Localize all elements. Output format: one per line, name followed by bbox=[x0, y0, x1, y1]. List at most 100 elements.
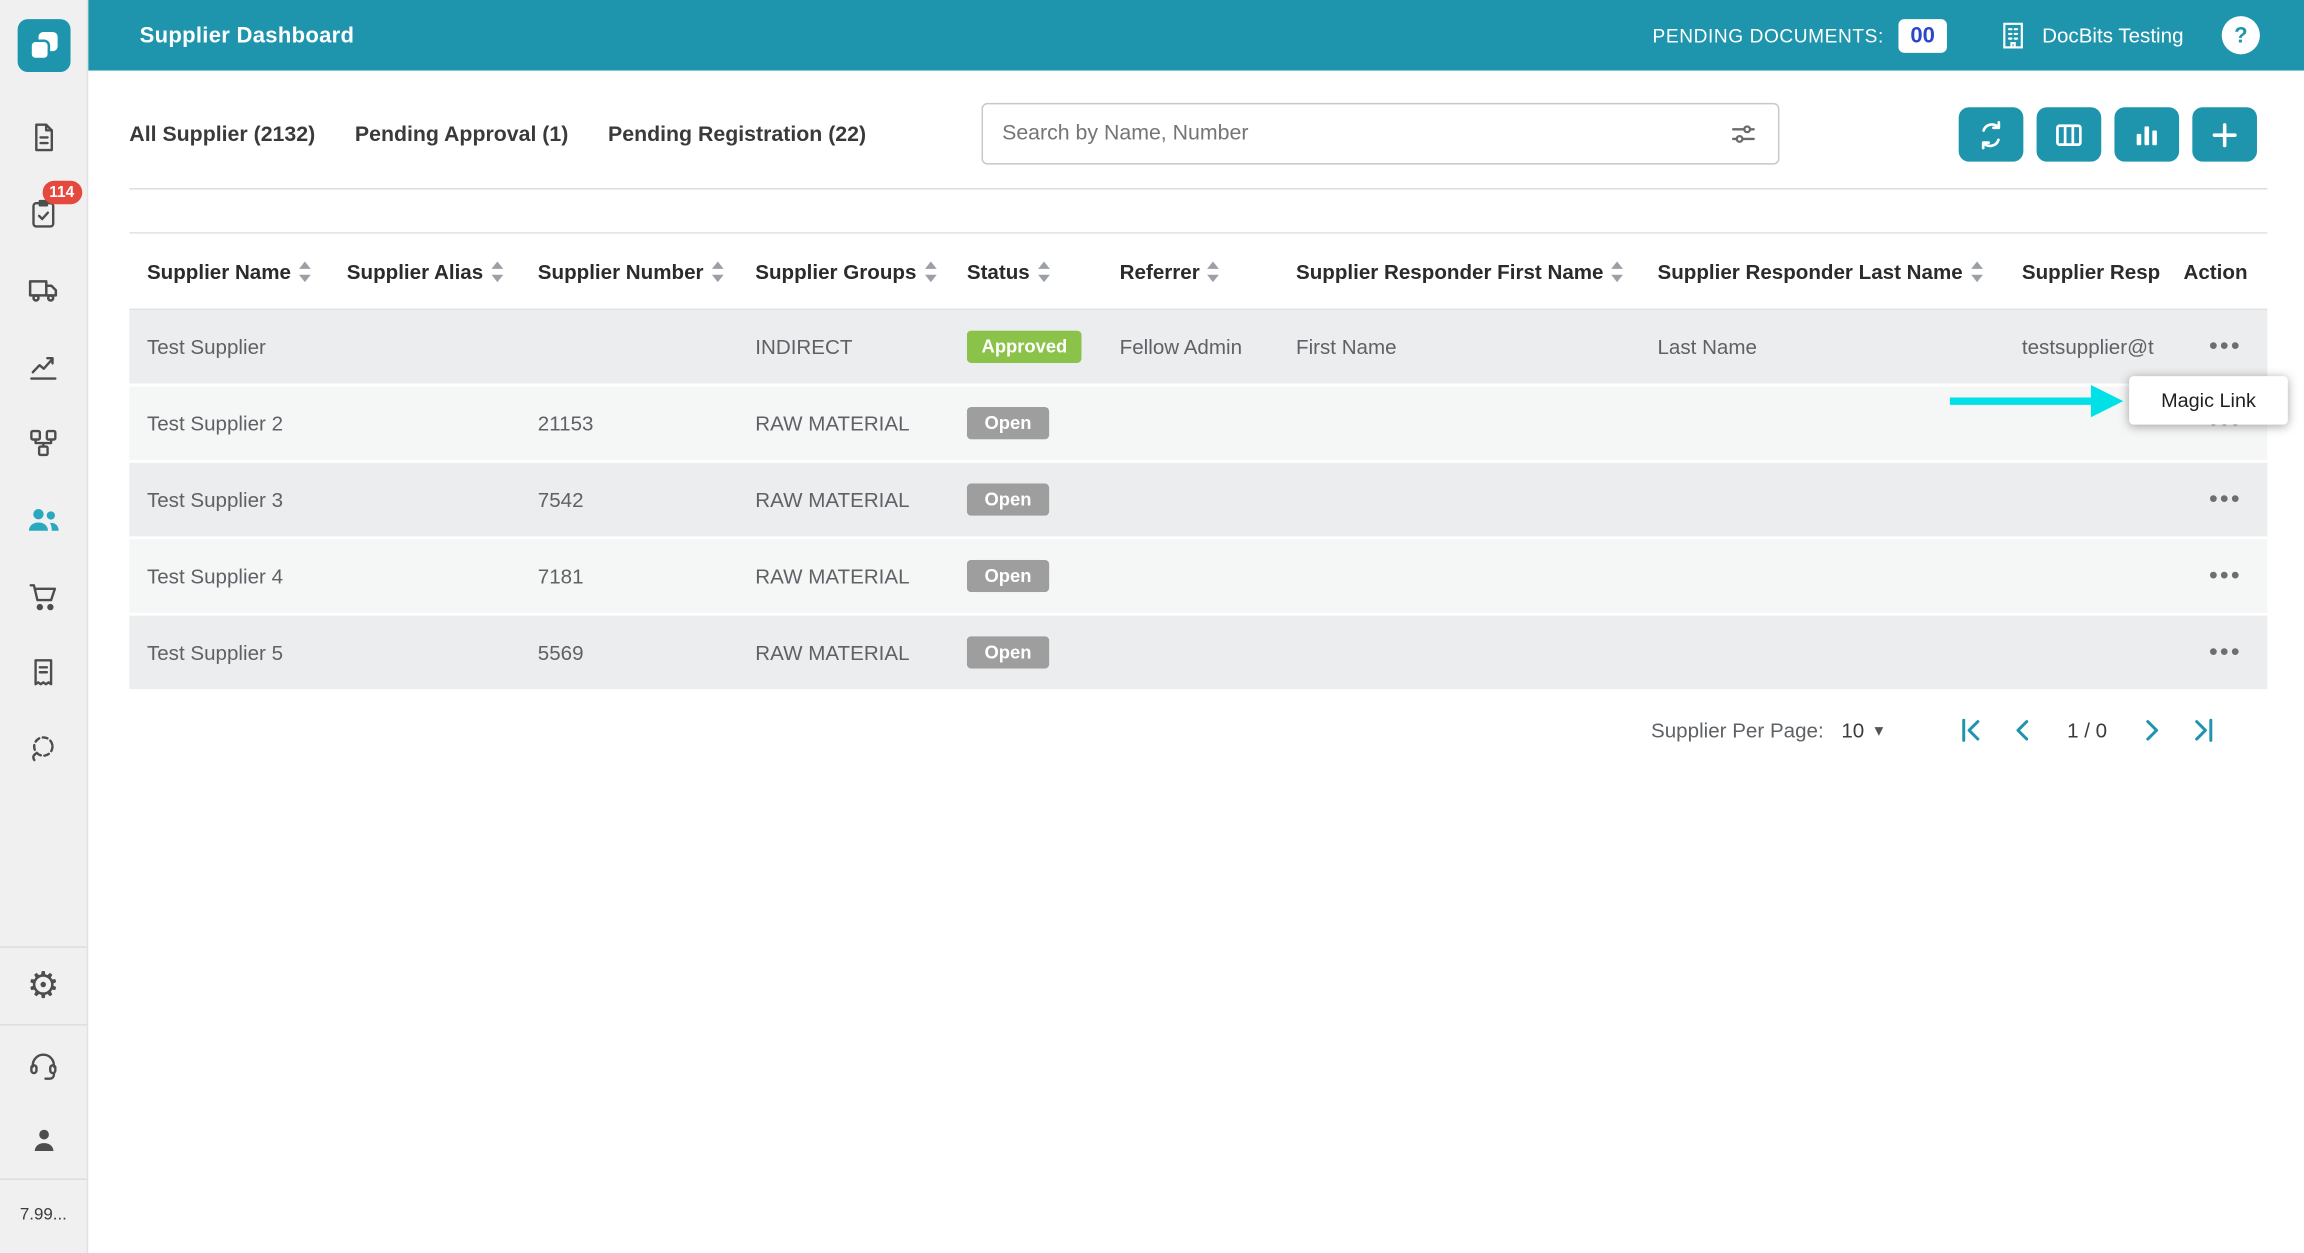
cell-status: Approved bbox=[967, 331, 1120, 363]
per-page-select[interactable]: 10 ▾ bbox=[1841, 719, 1883, 743]
table-row: Test Supplier 5 5569 RAW MATERIAL Open •… bbox=[129, 616, 2267, 692]
status-badge: Open bbox=[967, 560, 1049, 592]
cell-responder-last-name: Last Name bbox=[1657, 335, 2021, 359]
previous-page-button[interactable] bbox=[2001, 708, 2045, 752]
organization-menu[interactable]: DocBits Testing bbox=[1997, 19, 2184, 51]
help-icon: ? bbox=[2234, 23, 2247, 48]
cell-action: ••• bbox=[2184, 638, 2268, 667]
row-actions-button[interactable]: ••• bbox=[2209, 561, 2242, 589]
add-supplier-button[interactable] bbox=[2192, 107, 2257, 161]
sidebar-item-lasso[interactable] bbox=[0, 710, 87, 786]
sidebar-item-purchasing[interactable] bbox=[0, 557, 87, 633]
pending-documents-count: 00 bbox=[1899, 18, 1947, 52]
headset-icon bbox=[26, 1047, 60, 1081]
sidebar-item-settings[interactable]: ⚙ bbox=[0, 948, 87, 1024]
cell-supplier-groups: RAW MATERIAL bbox=[755, 564, 967, 588]
status-badge: Open bbox=[967, 483, 1049, 515]
sidebar-item-workflow[interactable] bbox=[0, 404, 87, 480]
gear-icon: ⚙ bbox=[27, 968, 60, 1005]
next-page-button[interactable] bbox=[2129, 708, 2173, 752]
col-header-supplier-groups[interactable]: Supplier Groups bbox=[755, 259, 967, 283]
cell-supplier-name: Test Supplier 4 bbox=[147, 564, 347, 588]
search-box bbox=[982, 103, 1780, 165]
row-actions-button[interactable]: ••• bbox=[2209, 485, 2242, 513]
chevron-left-icon bbox=[2007, 714, 2039, 746]
search-input[interactable] bbox=[1002, 122, 1728, 146]
last-page-button[interactable] bbox=[2182, 708, 2226, 752]
sidebar-item-analytics[interactable] bbox=[0, 328, 87, 404]
approvals-count-badge: 114 bbox=[42, 181, 82, 205]
filter-icon[interactable] bbox=[1728, 118, 1759, 149]
sidebar: 114 bbox=[0, 0, 88, 1253]
receipt-icon bbox=[26, 655, 60, 689]
col-header-supplier-alias[interactable]: Supplier Alias bbox=[347, 259, 538, 283]
refresh-button[interactable] bbox=[1959, 107, 2024, 161]
cell-supplier-name: Test Supplier bbox=[147, 335, 347, 359]
sort-icon bbox=[298, 261, 311, 282]
cell-supplier-groups: INDIRECT bbox=[755, 335, 967, 359]
col-header-responder-email[interactable]: Supplier Resp bbox=[2022, 259, 2184, 283]
cell-supplier-groups: RAW MATERIAL bbox=[755, 488, 967, 512]
plus-icon bbox=[2207, 117, 2242, 152]
cell-supplier-groups: RAW MATERIAL bbox=[755, 641, 967, 665]
page-indicator: 1 / 0 bbox=[2067, 719, 2107, 743]
logo-icon bbox=[24, 26, 62, 64]
col-header-action: Action bbox=[2184, 259, 2268, 283]
analytics-icon bbox=[26, 349, 60, 383]
tab-pending-approval[interactable]: Pending Approval (1) bbox=[355, 123, 568, 147]
first-page-button[interactable] bbox=[1948, 708, 1992, 752]
columns-button[interactable] bbox=[2037, 107, 2102, 161]
supplier-table: Supplier Name Supplier Alias Supplier Nu… bbox=[129, 232, 2267, 768]
cell-supplier-name: Test Supplier 2 bbox=[147, 411, 347, 435]
tab-all-supplier[interactable]: All Supplier (2132) bbox=[129, 123, 315, 147]
row-actions-button[interactable]: ••• bbox=[2209, 332, 2242, 360]
people-icon bbox=[25, 500, 62, 537]
sort-icon bbox=[1207, 261, 1220, 282]
col-header-referrer[interactable]: Referrer bbox=[1120, 259, 1296, 283]
sort-icon bbox=[924, 261, 937, 282]
first-page-icon bbox=[1954, 714, 1986, 746]
version-label: 7.99... bbox=[20, 1180, 67, 1253]
sort-icon bbox=[1037, 261, 1050, 282]
row-actions-button[interactable]: ••• bbox=[2209, 638, 2242, 666]
magic-link-menu-item[interactable]: Magic Link bbox=[2129, 376, 2288, 424]
tabs: All Supplier (2132) Pending Approval (1)… bbox=[129, 106, 866, 165]
sidebar-item-documents[interactable] bbox=[0, 98, 87, 174]
sidebar-item-profile[interactable] bbox=[0, 1102, 87, 1178]
cell-supplier-groups: RAW MATERIAL bbox=[755, 411, 967, 435]
sort-icon bbox=[1611, 261, 1624, 282]
divider bbox=[129, 188, 2267, 189]
table-header: Supplier Name Supplier Alias Supplier Nu… bbox=[129, 232, 2267, 310]
cell-responder-first-name: First Name bbox=[1296, 335, 1657, 359]
table-row: Test Supplier 3 7542 RAW MATERIAL Open •… bbox=[129, 463, 2267, 539]
cell-supplier-number: 7542 bbox=[538, 488, 755, 512]
pending-documents-label: PENDING DOCUMENTS: bbox=[1653, 24, 1884, 46]
building-icon bbox=[1997, 19, 2029, 51]
header-right: PENDING DOCUMENTS: 00 DocBits Testing ? bbox=[1653, 16, 2260, 54]
col-header-responder-last-name[interactable]: Supplier Responder Last Name bbox=[1657, 259, 2021, 283]
cell-supplier-number: 5569 bbox=[538, 641, 755, 665]
cell-supplier-name: Test Supplier 5 bbox=[147, 641, 347, 665]
sidebar-item-support[interactable] bbox=[0, 1026, 87, 1102]
sidebar-item-invoices[interactable] bbox=[0, 633, 87, 709]
help-button[interactable]: ? bbox=[2222, 16, 2260, 54]
col-header-status[interactable]: Status bbox=[967, 259, 1120, 283]
sidebar-item-suppliers[interactable] bbox=[0, 480, 87, 556]
cell-referrer: Fellow Admin bbox=[1120, 335, 1296, 359]
sidebar-item-approvals[interactable]: 114 bbox=[0, 175, 87, 251]
chart-button[interactable] bbox=[2114, 107, 2179, 161]
status-badge: Open bbox=[967, 407, 1049, 439]
cell-supplier-number: 7181 bbox=[538, 564, 755, 588]
col-header-responder-first-name[interactable]: Supplier Responder First Name bbox=[1296, 259, 1657, 283]
cell-action: ••• bbox=[2184, 485, 2268, 514]
per-page-value: 10 bbox=[1841, 719, 1864, 743]
col-header-supplier-number[interactable]: Supplier Number bbox=[538, 259, 755, 283]
col-header-supplier-name[interactable]: Supplier Name bbox=[147, 259, 347, 283]
app-logo[interactable] bbox=[17, 19, 70, 72]
sidebar-item-deliveries[interactable] bbox=[0, 251, 87, 327]
organization-name: DocBits Testing bbox=[2042, 24, 2183, 48]
last-page-icon bbox=[2188, 714, 2220, 746]
per-page-label: Supplier Per Page: bbox=[1651, 719, 1824, 743]
tab-pending-registration[interactable]: Pending Registration (22) bbox=[608, 123, 866, 147]
truck-icon bbox=[26, 272, 61, 307]
